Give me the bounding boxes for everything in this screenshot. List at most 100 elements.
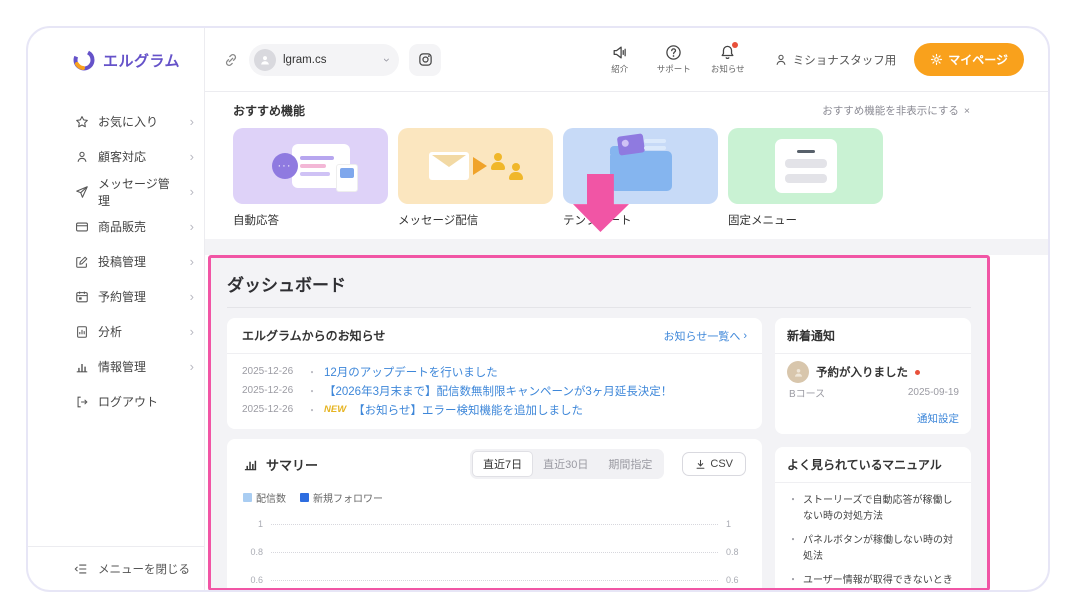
summary-card: サマリー 直近7日 直近30日 期間指定 CSV: [227, 439, 762, 590]
news-date: 2025-12-26: [242, 366, 300, 377]
range-30days-button[interactable]: 直近30日: [533, 451, 598, 477]
sidebar: エルグラム お気に入り › 顧客対応 › メッセージ管理 › 商品販売 ›: [28, 28, 205, 590]
sidebar-item-label: 分析: [98, 323, 181, 340]
bullet: ・: [307, 383, 317, 398]
range-7days-button[interactable]: 直近7日: [472, 451, 533, 477]
chevron-right-icon: ›: [190, 324, 194, 339]
notification-title: 予約が入りました: [816, 364, 908, 380]
chevron-right-icon: ›: [190, 359, 194, 374]
hide-recommended-button[interactable]: おすすめ機能を非表示にする ×: [822, 103, 970, 118]
sidebar-item-label: 予約管理: [98, 288, 181, 305]
legend-item-new-followers: 新規フォロワー: [300, 490, 383, 505]
sidebar-item-label: 投稿管理: [98, 253, 181, 270]
sidebar-item-message-management[interactable]: メッセージ管理 ›: [28, 174, 204, 209]
manual-text: パネルボタンが稼働しない時の対処法: [803, 533, 958, 564]
news-date: 2025-12-26: [242, 404, 300, 415]
notifications-button[interactable]: お知らせ: [706, 44, 750, 75]
chevron-right-icon: ›: [190, 184, 194, 199]
instagram-icon: [418, 52, 433, 67]
person-icon: [74, 149, 89, 164]
news-list-link[interactable]: お知らせ一覧へ ›: [664, 328, 747, 344]
support-button[interactable]: サポート: [652, 44, 696, 75]
template-illustration: [563, 128, 718, 204]
feature-card-auto-reply[interactable]: ··· 自動応答: [233, 128, 388, 228]
chevron-right-icon: ›: [190, 289, 194, 304]
news-item: 2025-12-26 ・ 12月のアップデートを行いました: [242, 362, 747, 381]
mypage-button[interactable]: マイページ: [914, 43, 1024, 76]
action-label: サポート: [657, 63, 691, 75]
manual-link[interactable]: ・ストーリーズで自動応答が稼働しない時の対処方法: [788, 493, 958, 524]
sidebar-item-customer-support[interactable]: 顧客対応 ›: [28, 139, 204, 174]
feature-label: 固定メニュー: [728, 212, 883, 228]
sidebar-item-logout[interactable]: ログアウト: [28, 384, 204, 419]
avatar: [254, 49, 276, 71]
bullet: ・: [788, 493, 798, 524]
chevron-right-icon: ›: [190, 219, 194, 234]
notification-settings-link[interactable]: 通知設定: [787, 411, 959, 426]
y-tick: 0.6: [726, 575, 746, 585]
sidebar-item-label: メッセージ管理: [98, 175, 181, 209]
sidebar-menu: お気に入り › 顧客対応 › メッセージ管理 › 商品販売 › 投稿管理: [28, 92, 204, 546]
people-icons: [491, 153, 523, 180]
summary-title: サマリー: [266, 455, 318, 474]
folder-icon: [610, 151, 672, 191]
account-selector[interactable]: lgram.cs ›: [249, 44, 399, 76]
avatar: [787, 361, 809, 383]
sidebar-item-product-sales[interactable]: 商品販売 ›: [28, 209, 204, 244]
recommended-section: おすすめ機能 おすすめ機能を非表示にする × ···: [205, 92, 1048, 228]
calendar-icon: [74, 289, 89, 304]
legend-label: 新規フォロワー: [313, 490, 383, 505]
gridline: [271, 552, 718, 553]
feature-card-fixed-menu[interactable]: 固定メニュー: [728, 128, 883, 228]
notification-course: Bコース: [789, 385, 825, 400]
logout-icon: [74, 394, 89, 409]
content: おすすめ機能 おすすめ機能を非表示にする × ···: [205, 92, 1048, 590]
sidebar-item-label: お気に入り: [98, 113, 181, 130]
sidebar-item-analysis[interactable]: 分析 ›: [28, 314, 204, 349]
gridline: [271, 580, 718, 581]
account-name: lgram.cs: [283, 54, 378, 66]
collapse-menu-button[interactable]: メニューを閉じる: [28, 546, 204, 590]
send-icon: [74, 184, 89, 199]
recommended-title: おすすめ機能: [233, 102, 305, 119]
link-icon: [223, 52, 239, 68]
chevron-right-icon: ›: [190, 149, 194, 164]
range-custom-button[interactable]: 期間指定: [598, 451, 662, 477]
sidebar-item-reservation-management[interactable]: 予約管理 ›: [28, 279, 204, 314]
csv-download-button[interactable]: CSV: [682, 452, 746, 476]
sidebar-item-label: 商品販売: [98, 218, 181, 235]
action-label: 紹介: [611, 63, 628, 75]
sidebar-item-label: ログアウト: [98, 393, 194, 410]
manual-link[interactable]: ・ユーザー情報が取得できないときの対処方法: [788, 573, 958, 590]
sidebar-item-favorites[interactable]: お気に入り ›: [28, 104, 204, 139]
news-link[interactable]: 12月のアップデートを行いました: [324, 364, 498, 380]
bullet: ・: [307, 364, 317, 379]
bullet: ・: [788, 573, 798, 590]
feature-card-message-delivery[interactable]: メッセージ配信: [398, 128, 553, 228]
hide-recommended-label: おすすめ機能を非表示にする: [822, 103, 959, 118]
referral-button[interactable]: 紹介: [598, 44, 642, 75]
topbar: lgram.cs › 紹介 サポート お知らせ ミショナス: [205, 28, 1048, 92]
sidebar-item-post-management[interactable]: 投稿管理 ›: [28, 244, 204, 279]
brand-logo[interactable]: エルグラム: [28, 28, 204, 92]
manual-link[interactable]: ・パネルボタンが稼働しない時の対処法: [788, 533, 958, 564]
news-link[interactable]: 【2026年3月末まで】配信数無制限キャンペーンが3ヶ月延長決定！: [324, 383, 672, 399]
sidebar-item-info-management[interactable]: 情報管理 ›: [28, 349, 204, 384]
notification-item[interactable]: 予約が入りました: [787, 361, 959, 383]
sidebar-item-label: 顧客対応: [98, 148, 181, 165]
staff-account[interactable]: ミショナスタッフ用: [774, 52, 897, 68]
chat-bubble-icon: ···: [272, 153, 298, 179]
news-card-title: エルグラムからのお知らせ: [242, 327, 385, 344]
legend-item-deliveries: 配信数: [243, 490, 286, 505]
app-window: エルグラム お気に入り › 顧客対応 › メッセージ管理 › 商品販売 ›: [26, 26, 1050, 592]
instagram-button[interactable]: [409, 44, 441, 76]
chevron-down-icon: ›: [380, 58, 394, 62]
news-link[interactable]: 【お知らせ】エラー検知機能を追加しました: [353, 402, 583, 418]
news-date: 2025-12-26: [242, 385, 300, 396]
y-tick: 1: [243, 519, 263, 529]
legend-label: 配信数: [256, 490, 286, 505]
analysis-icon: [74, 324, 89, 339]
sidebar-item-label: 情報管理: [98, 358, 181, 375]
auto-reply-illustration: ···: [233, 128, 388, 204]
settings-panel-graphic: [292, 144, 350, 188]
